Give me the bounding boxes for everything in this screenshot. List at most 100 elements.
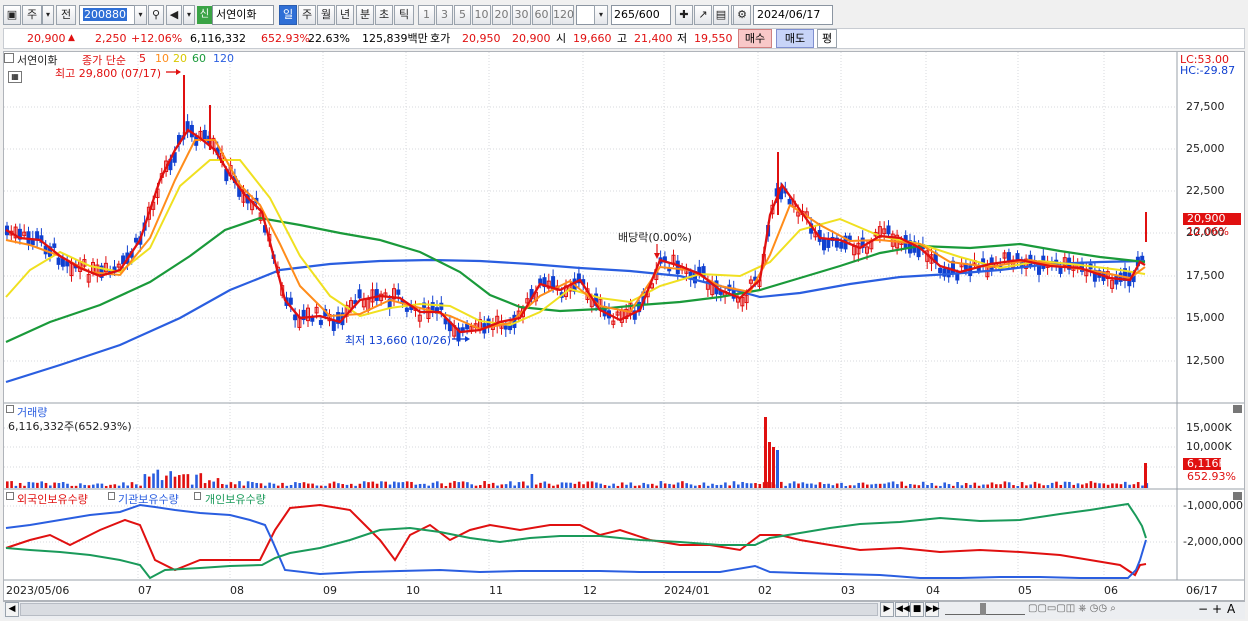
volume-bar (599, 483, 602, 488)
volume-panel-close-icon[interactable] (1233, 405, 1242, 413)
volume-bar (539, 482, 542, 488)
volume-bar (337, 483, 340, 488)
scroll-track[interactable] (20, 603, 878, 616)
volume-bar (797, 483, 800, 488)
low-arrow-head (465, 336, 470, 342)
volume-panel-checkbox[interactable] (6, 405, 14, 413)
x-tick: 06 (1104, 584, 1118, 597)
x-tick: 2023/05/06 (6, 584, 70, 597)
volume-bar (801, 482, 805, 488)
volume-bar (560, 482, 564, 488)
volume-bar (169, 471, 172, 488)
hc-label: HC:-29.87 (1180, 64, 1236, 77)
zoom-in-icon[interactable]: + (1212, 602, 1222, 616)
volume-bar (500, 484, 504, 488)
volume-bar (285, 485, 289, 488)
panel-checkbox[interactable] (4, 53, 14, 63)
volume-bar (431, 482, 435, 488)
volume-bar (1003, 481, 1007, 488)
y-tick: 22,500 (1186, 184, 1225, 197)
volume-bar (208, 480, 211, 488)
volume-bar (448, 482, 452, 488)
volume-bar (122, 482, 125, 488)
volume-bar (1029, 484, 1032, 488)
volume-bar (526, 485, 529, 488)
volume-bar (1102, 483, 1106, 488)
fast-forward-icon[interactable]: ▶▶ (925, 602, 940, 617)
volume-bar (848, 485, 852, 488)
zoom-slider-handle[interactable] (980, 603, 986, 615)
volume-bar (362, 481, 366, 488)
candle-body (1006, 252, 1011, 262)
auto-scale-icon[interactable]: A (1227, 602, 1235, 616)
volume-bar (904, 485, 908, 488)
volume-bar (943, 482, 946, 488)
x-tick: 10 (406, 584, 420, 597)
volume-bar (70, 485, 74, 488)
volume-bar (608, 485, 611, 488)
candle-body (331, 320, 336, 331)
volume-bar (969, 484, 972, 488)
holding-y-tick: -1,000,000 (1183, 499, 1243, 512)
volume-bar (470, 484, 473, 488)
holding-panel-checkbox[interactable] (6, 492, 14, 500)
volume-bar (40, 481, 43, 488)
volume-bar (466, 482, 469, 488)
candle-body (822, 238, 826, 251)
volume-bar (6, 481, 9, 488)
volume-y-tick: 10,000K (1186, 440, 1232, 453)
volume-bar (1111, 483, 1114, 488)
volume-bar (1072, 484, 1075, 488)
volume-bar (827, 483, 830, 488)
volume-bar (995, 484, 998, 488)
volume-bar (522, 481, 525, 488)
volume-bar (1076, 483, 1080, 488)
scroll-right-icon[interactable]: ▶ (880, 602, 894, 617)
volume-bar (513, 485, 516, 488)
rewind-icon[interactable]: ◀◀ (895, 602, 910, 617)
calculator-icon[interactable]: ▦ (8, 71, 22, 83)
volume-bar (354, 485, 357, 488)
volume-bar (633, 485, 637, 488)
last-pct-label: 12.06% (1187, 225, 1229, 238)
volume-bar (1012, 485, 1015, 488)
volume-bar (358, 483, 362, 488)
volume-bar (1141, 485, 1144, 488)
candle-body (357, 289, 362, 299)
volume-bar (380, 481, 383, 488)
volume-bar (719, 484, 723, 488)
volume-bar (87, 485, 91, 488)
x-tick: 11 (489, 584, 503, 597)
stop-icon[interactable]: ■ (910, 602, 924, 617)
volume-bar (1042, 485, 1045, 488)
volume-bar (681, 481, 684, 488)
volume-bar (952, 485, 955, 488)
volume-bar (216, 478, 220, 488)
scroll-left-icon[interactable]: ◀ (5, 602, 19, 617)
volume-bar (113, 484, 117, 488)
volume-bar (1085, 483, 1088, 488)
volume-bar (517, 482, 521, 488)
volume-bar (530, 474, 534, 488)
volume-bar (246, 481, 250, 488)
volume-bar (835, 483, 839, 488)
volume-bar (788, 483, 792, 488)
volume-bar (491, 482, 495, 488)
volume-bar (534, 484, 538, 488)
panel-layout-icons[interactable]: ▢▢▭▢◫ ⎈ ◷◷ ⌕ (1028, 603, 1116, 614)
zoom-out-icon[interactable]: − (1198, 602, 1208, 616)
individual-holding-label: 개인보유수량 (205, 493, 266, 506)
volume-bar (956, 482, 959, 488)
volume-bar (878, 483, 882, 488)
volume-bar (182, 474, 185, 488)
volume-bar (638, 485, 641, 488)
volume-bar (1020, 482, 1024, 488)
volume-bar (388, 484, 392, 488)
volume-bar (100, 483, 104, 488)
volume-bar (732, 481, 736, 488)
volume-bar (479, 485, 482, 488)
volume-bar (982, 484, 985, 488)
candle-body (886, 225, 891, 235)
volume-bar (350, 483, 353, 488)
volume-bar (302, 482, 306, 488)
